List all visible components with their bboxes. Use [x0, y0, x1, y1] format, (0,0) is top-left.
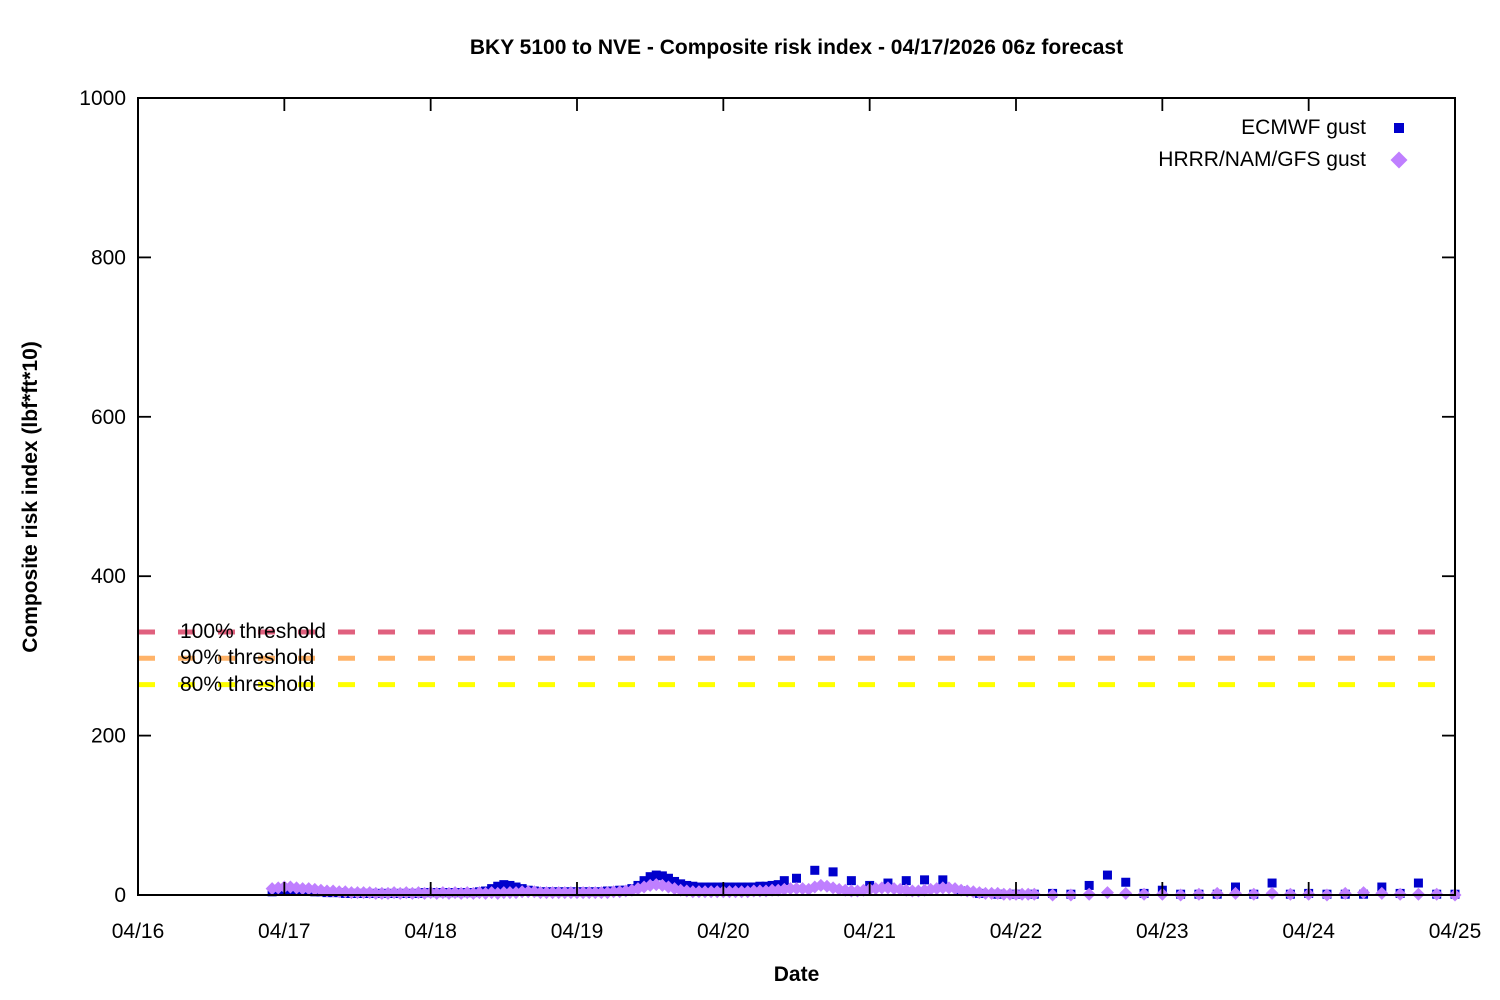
svg-text:04/23: 04/23: [1136, 920, 1189, 943]
threshold-label-100: 100% threshold: [180, 620, 326, 644]
svg-text:04/19: 04/19: [551, 920, 604, 943]
x-tick-labels: 04/16 04/17 04/18 04/19 04/20 04/21 04/22 04/23…: [112, 920, 1482, 943]
legend-label-hrrr-nam-gfs: HRRR/NAM/GFS gust: [1158, 148, 1366, 172]
series-points-hrrr-nam-gfs: [266, 878, 1462, 901]
svg-text:600: 600: [91, 406, 126, 429]
square-marker-icon: [1394, 123, 1404, 133]
svg-text:04/16: 04/16: [112, 920, 165, 943]
svg-text:04/22: 04/22: [990, 920, 1043, 943]
axes-border: [138, 98, 1455, 895]
legend-item-hrrr-nam-gfs: HRRR/NAM/GFS gust: [1158, 144, 1414, 176]
threshold-lines: [138, 632, 1455, 685]
svg-text:04/24: 04/24: [1282, 920, 1335, 943]
svg-text:04/25: 04/25: [1429, 920, 1482, 943]
svg-text:200: 200: [91, 725, 126, 748]
chart-canvas: BKY 5100 to NVE - Composite risk index -…: [0, 0, 1500, 1000]
svg-text:04/20: 04/20: [697, 920, 750, 943]
svg-text:400: 400: [91, 565, 126, 588]
svg-text:04/18: 04/18: [404, 920, 457, 943]
legend: ECMWF gust HRRR/NAM/GFS gust: [1158, 112, 1414, 176]
threshold-label-90: 90% threshold: [180, 646, 314, 670]
threshold-label-80: 80% threshold: [180, 673, 314, 697]
svg-text:04/21: 04/21: [843, 920, 896, 943]
legend-marker-box: [1384, 155, 1414, 165]
svg-text:800: 800: [91, 246, 126, 269]
axis-ticks: [138, 98, 1455, 895]
svg-text:0: 0: [114, 884, 126, 907]
legend-marker-box: [1384, 123, 1414, 133]
svg-text:1000: 1000: [79, 87, 126, 110]
svg-text:04/17: 04/17: [258, 920, 311, 943]
diamond-marker-icon: [1391, 152, 1408, 169]
legend-item-ecmwf: ECMWF gust: [1158, 112, 1414, 144]
legend-label-ecmwf: ECMWF gust: [1241, 116, 1366, 140]
y-tick-labels: 0 200 400 600 800 1000: [79, 87, 126, 907]
